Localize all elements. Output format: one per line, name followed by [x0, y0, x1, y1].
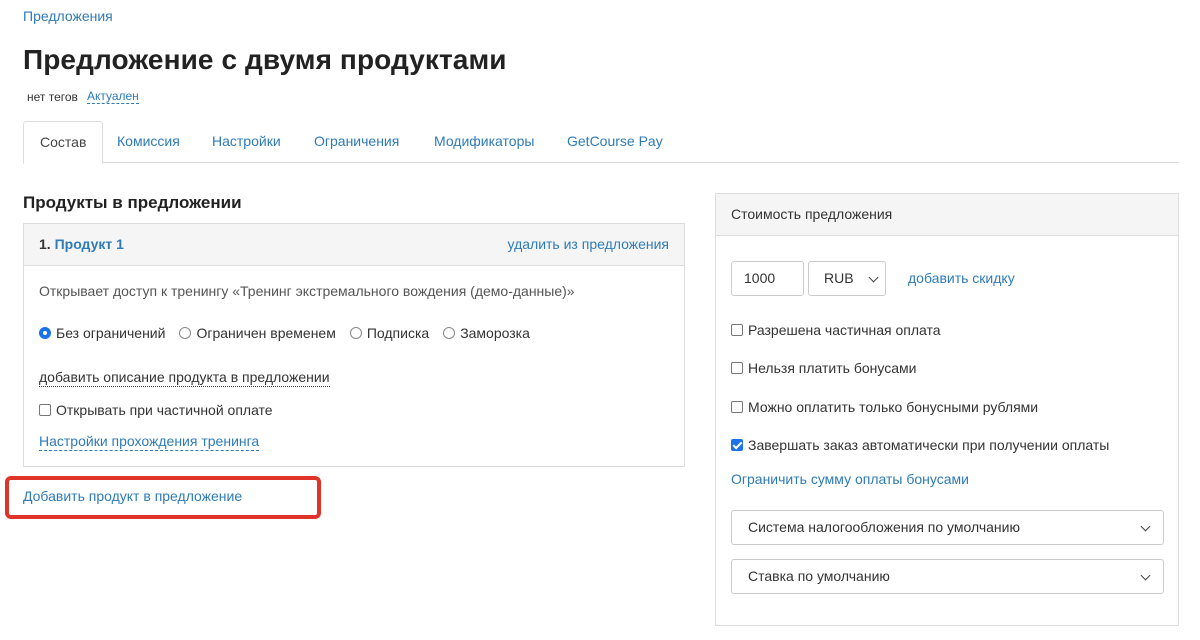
radio-label: Ограничен временем [196, 325, 336, 341]
radio-button[interactable] [349, 327, 362, 339]
price-input[interactable]: 1000 [731, 261, 804, 296]
meta-row: нет тегов Актуален [27, 89, 139, 104]
checkbox-label: Разрешена частичная оплата [748, 322, 941, 338]
checkbox[interactable] [731, 362, 743, 374]
auto-complete-order-option[interactable]: Завершать заказ автоматически при получе… [731, 437, 1109, 453]
limit-bonus-amount-link[interactable]: Ограничить сумму оплаты бонусами [731, 471, 969, 487]
radio-time-limited[interactable]: Ограничен временем [179, 325, 336, 341]
checkbox-checked[interactable] [731, 439, 743, 451]
tab-composition[interactable]: Состав [23, 121, 104, 164]
checkbox-label: Завершать заказ автоматически при получе… [748, 437, 1110, 453]
status-toggle[interactable]: Актуален [86, 89, 139, 104]
open-on-partial-payment-option[interactable]: Открывать при частичной оплате [39, 402, 273, 418]
tab-modifiers[interactable]: Модификаторы [418, 121, 550, 163]
tab-getcourse-pay[interactable]: GetCourse Pay [551, 121, 679, 163]
chevron-down-icon [1140, 570, 1151, 581]
checkbox[interactable] [731, 324, 743, 336]
radio-label: Подписка [366, 325, 430, 341]
checkbox-label: Открывать при частичной оплате [56, 402, 273, 418]
radio-label: Без ограничений [56, 325, 166, 341]
partial-payment-option[interactable]: Разрешена частичная оплата [731, 322, 941, 338]
radio-button[interactable] [39, 327, 51, 339]
training-settings-link[interactable]: Настройки прохождения тренинга [39, 432, 260, 451]
tax-rate-select[interactable]: Ставка по умолчанию [731, 559, 1164, 594]
remove-product-link[interactable]: удалить из предложения [508, 236, 669, 252]
chevron-down-icon [1140, 521, 1151, 532]
bonus-only-payment-option[interactable]: Можно оплатить только бонусными рублями [731, 399, 1038, 415]
currency-value: RUB [824, 270, 854, 286]
add-product-link[interactable]: Добавить продукт в предложение [23, 488, 242, 504]
product-name-link[interactable]: Продукт 1 [55, 236, 124, 252]
tags-label: нет тегов [27, 89, 78, 104]
price-panel-title: Стоимость предложения [716, 194, 1178, 236]
radio-freeze[interactable]: Заморозка [443, 325, 530, 341]
page-title: Предложение с двумя продуктами [23, 44, 507, 75]
radio-subscription[interactable]: Подписка [349, 325, 430, 341]
radio-no-limits[interactable]: Без ограничений [39, 325, 165, 341]
product-header: 1. Продукт 1 удалить из предложения [24, 224, 684, 266]
tax-system-select[interactable]: Система налогообложения по умолчанию [731, 510, 1164, 545]
radio-button[interactable] [179, 327, 192, 339]
tab-bar: Состав Комиссия Настройки Ограничения Мо… [23, 121, 1179, 164]
add-discount-link[interactable]: добавить скидку [908, 270, 1015, 286]
checkbox[interactable] [731, 401, 743, 413]
highlight-box: Добавить продукт в предложение [5, 476, 321, 519]
radio-label: Заморозка [460, 325, 530, 341]
product-panel: 1. Продукт 1 удалить из предложения Откр… [23, 223, 685, 467]
product-number: 1. [39, 236, 51, 252]
access-description: Открывает доступ к тренингу «Тренинг экс… [39, 283, 575, 299]
access-type-radio-group: Без ограничений Ограничен временем Подпи… [39, 325, 530, 341]
tax-rate-value: Ставка по умолчанию [748, 568, 890, 584]
checkbox-label: Можно оплатить только бонусными рублями [748, 399, 1039, 415]
tab-restrictions[interactable]: Ограничения [298, 121, 415, 163]
checkbox[interactable] [39, 404, 51, 416]
no-bonus-payment-option[interactable]: Нельзя платить бонусами [731, 360, 916, 376]
product-name-row: 1. Продукт 1 [39, 236, 124, 252]
tax-system-value: Система налогообложения по умолчанию [748, 519, 1020, 535]
tab-settings[interactable]: Настройки [196, 121, 297, 163]
tab-commission[interactable]: Комиссия [101, 121, 196, 163]
products-section-title: Продукты в предложении [23, 193, 242, 212]
add-product-description-link[interactable]: добавить описание продукта в предложении [39, 368, 330, 387]
breadcrumb-offers-link[interactable]: Предложения [23, 8, 113, 24]
price-panel: Стоимость предложения 1000 RUB добавить … [715, 193, 1179, 626]
radio-button[interactable] [443, 327, 456, 339]
chevron-down-icon [868, 272, 879, 283]
checkbox-label: Нельзя платить бонусами [748, 360, 917, 376]
currency-select[interactable]: RUB [808, 261, 886, 296]
